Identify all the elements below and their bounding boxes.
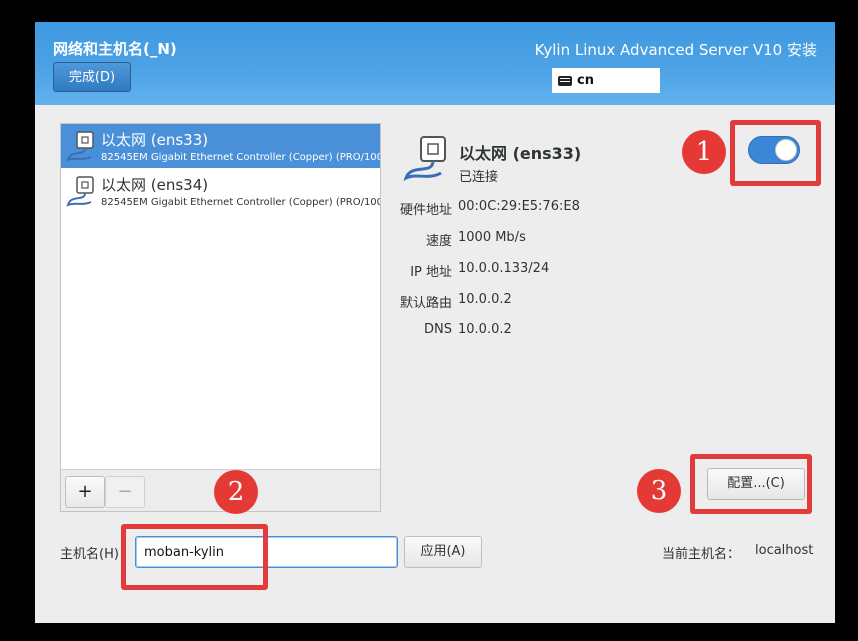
device-description: 82545EM Gigabit Ethernet Controller (Cop…: [101, 152, 380, 163]
device-description: 82545EM Gigabit Ethernet Controller (Cop…: [101, 197, 380, 208]
ethernet-icon: [66, 131, 94, 162]
default-route-value: 10.0.0.2: [458, 292, 512, 307]
dns-value: 10.0.0.2: [458, 322, 512, 337]
keyboard-layout-label: cn: [577, 73, 594, 88]
product-title: Kylin Linux Advanced Server V10 安装: [534, 41, 817, 59]
page-title: 网络和主机名(_N): [53, 40, 177, 58]
header-bar: 网络和主机名(_N) 完成(D) Kylin Linux Advanced Se…: [35, 22, 835, 105]
annotation-number-2: 2: [214, 470, 258, 514]
device-name: 以太网 (ens34): [101, 176, 209, 194]
device-name: 以太网 (ens33): [101, 131, 209, 149]
keyboard-icon: [558, 75, 572, 86]
apply-button[interactable]: 应用(A): [404, 536, 482, 568]
annotation-number-1: 1: [682, 130, 726, 174]
dns-label: DNS: [424, 322, 452, 337]
add-device-button[interactable]: +: [65, 476, 105, 508]
device-list: 以太网 (ens33) 82545EM Gigabit Ethernet Con…: [60, 123, 381, 512]
speed-value: 1000 Mb/s: [458, 230, 526, 245]
detail-device-name: 以太网 (ens33): [459, 144, 582, 163]
current-hostname-label: 当前主机名：: [662, 547, 741, 562]
ip-address-value: 10.0.0.133/24: [458, 261, 550, 276]
annotation-box-2: [121, 524, 268, 590]
remove-device-button[interactable]: −: [105, 476, 145, 508]
annotation-box-1: [730, 120, 821, 186]
hardware-address-label: 硬件地址: [399, 203, 452, 218]
ethernet-icon: [66, 176, 94, 207]
current-hostname-value: localhost: [755, 543, 814, 558]
connection-status: 已连接: [459, 170, 499, 185]
speed-label: 速度: [425, 234, 452, 249]
annotation-box-3: [690, 454, 812, 514]
device-item-ens33[interactable]: 以太网 (ens33) 82545EM Gigabit Ethernet Con…: [61, 124, 380, 168]
device-item-ens34[interactable]: 以太网 (ens34) 82545EM Gigabit Ethernet Con…: [61, 169, 380, 213]
keyboard-layout-indicator[interactable]: cn: [552, 68, 660, 93]
default-route-label: 默认路由: [399, 296, 452, 311]
hardware-address-value: 00:0C:29:E5:76:E8: [458, 199, 580, 214]
ethernet-large-icon: [403, 136, 446, 181]
annotation-number-3: 3: [637, 469, 681, 513]
done-button[interactable]: 完成(D): [53, 62, 131, 92]
ip-address-label: IP 地址: [410, 265, 452, 280]
